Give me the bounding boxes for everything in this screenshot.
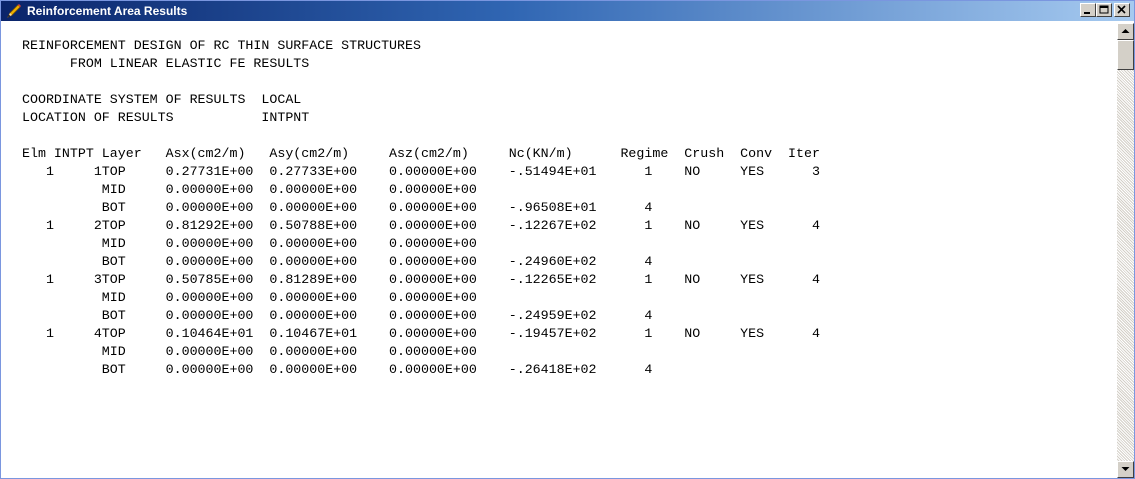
table-row: BOT 0.00000E+00 0.00000E+00 0.00000E+00 …	[22, 200, 653, 215]
arrow-down-icon	[1121, 467, 1130, 471]
table-row: 1 2TOP 0.81292E+00 0.50788E+00 0.00000E+…	[22, 218, 820, 233]
location-line: LOCATION OF RESULTS INTPNT	[22, 110, 310, 125]
report-heading: REINFORCEMENT DESIGN OF RC THIN SURFACE …	[22, 38, 421, 53]
minimize-icon	[1084, 12, 1090, 14]
report-text: REINFORCEMENT DESIGN OF RC THIN SURFACE …	[22, 37, 820, 379]
table-row: MID 0.00000E+00 0.00000E+00 0.00000E+00	[22, 182, 477, 197]
arrow-up-icon	[1121, 29, 1130, 33]
scroll-down-button[interactable]	[1117, 461, 1134, 478]
table-row: 1 3TOP 0.50785E+00 0.81289E+00 0.00000E+…	[22, 272, 820, 287]
table-row: BOT 0.00000E+00 0.00000E+00 0.00000E+00 …	[22, 254, 653, 269]
table-row: 1 1TOP 0.27731E+00 0.27733E+00 0.00000E+…	[22, 164, 820, 179]
pencil-icon	[6, 3, 22, 19]
report-subheading: FROM LINEAR ELASTIC FE RESULTS	[22, 56, 310, 71]
table-row: MID 0.00000E+00 0.00000E+00 0.00000E+00	[22, 290, 477, 305]
maximize-button[interactable]	[1096, 3, 1112, 17]
window-title: Reinforcement Area Results	[27, 4, 188, 18]
report-text-area[interactable]: REINFORCEMENT DESIGN OF RC THIN SURFACE …	[4, 23, 1116, 478]
minimize-button[interactable]	[1080, 3, 1096, 17]
close-icon	[1117, 5, 1126, 14]
coordinate-system-line: COORDINATE SYSTEM OF RESULTS LOCAL	[22, 92, 302, 107]
table-row: BOT 0.00000E+00 0.00000E+00 0.00000E+00 …	[22, 362, 653, 377]
results-window: Reinforcement Area Results REINFORCEMENT…	[0, 0, 1135, 479]
table-row: BOT 0.00000E+00 0.00000E+00 0.00000E+00 …	[22, 308, 653, 323]
close-button[interactable]	[1114, 3, 1130, 17]
vertical-scrollbar[interactable]	[1117, 23, 1134, 478]
scroll-thumb[interactable]	[1117, 40, 1134, 70]
scroll-up-button[interactable]	[1117, 23, 1134, 40]
table-row: MID 0.00000E+00 0.00000E+00 0.00000E+00	[22, 344, 477, 359]
title-bar[interactable]: Reinforcement Area Results	[1, 1, 1134, 21]
table-row: MID 0.00000E+00 0.00000E+00 0.00000E+00	[22, 236, 477, 251]
table-header: Elm INTPT Layer Asx(cm2/m) Asy(cm2/m) As…	[22, 146, 820, 161]
table-row: 1 4TOP 0.10464E+01 0.10467E+01 0.00000E+…	[22, 326, 820, 341]
